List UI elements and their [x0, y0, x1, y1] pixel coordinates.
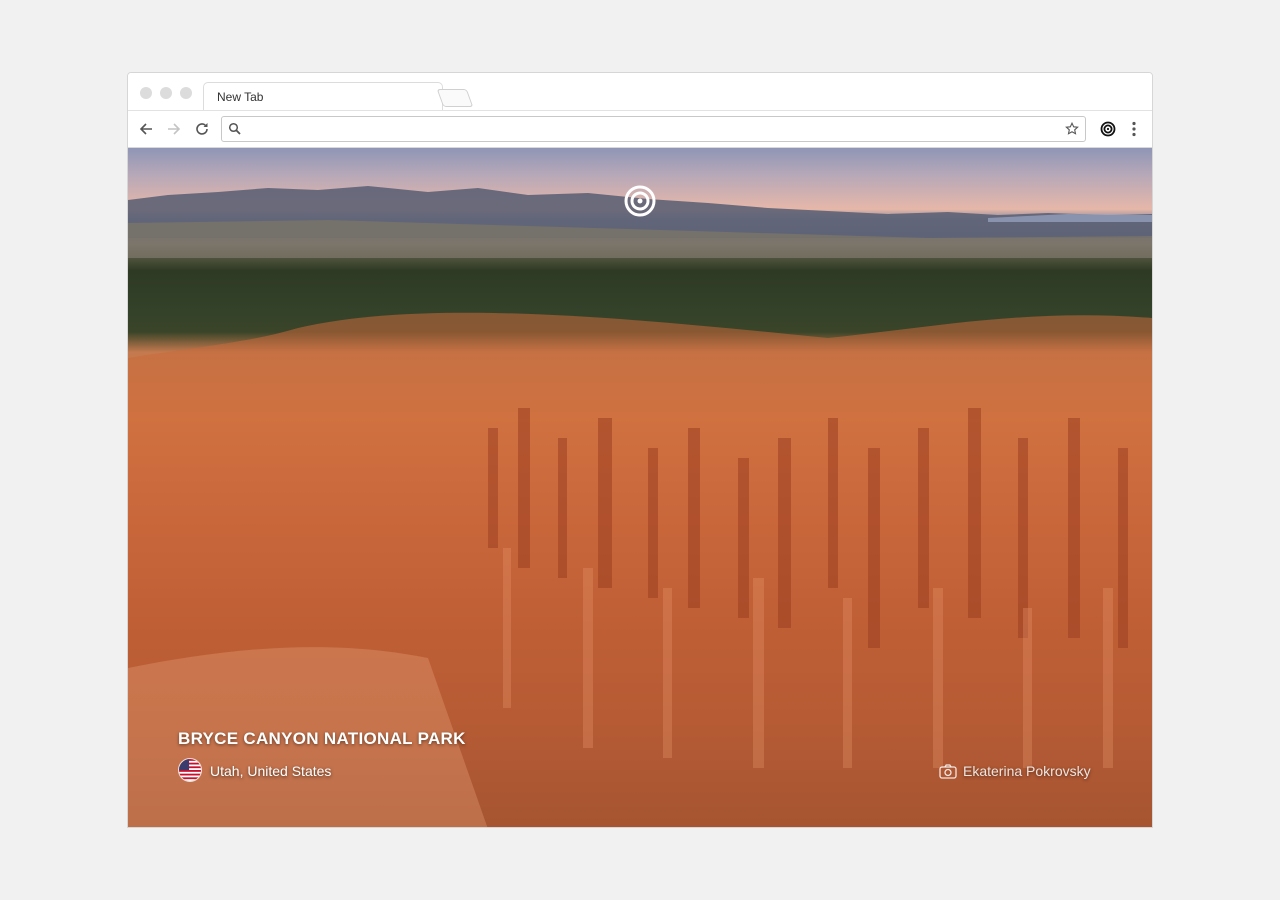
- window-minimize-dot[interactable]: [160, 87, 172, 99]
- new-tab-button[interactable]: [436, 89, 474, 107]
- star-icon[interactable]: [1065, 122, 1079, 136]
- new-tab-background: BRYCE CANYON NATIONAL PARK Utah, United …: [128, 148, 1152, 827]
- window-close-dot[interactable]: [140, 87, 152, 99]
- location-title[interactable]: BRYCE CANYON NATIONAL PARK: [178, 729, 466, 749]
- us-flag-icon: [178, 758, 202, 782]
- camera-icon: [939, 764, 957, 779]
- forward-icon[interactable]: [164, 119, 184, 139]
- reload-icon[interactable]: [192, 119, 212, 139]
- window-zoom-dot[interactable]: [180, 87, 192, 99]
- search-icon: [228, 122, 241, 135]
- browser-window: New Tab BRYCE CANYON NATIONAL PARK Utah,…: [127, 72, 1153, 828]
- menu-icon[interactable]: [1124, 119, 1144, 139]
- tab-strip: New Tab: [128, 73, 1152, 110]
- browser-toolbar: [128, 110, 1152, 148]
- location-subtitle[interactable]: Utah, United States: [210, 763, 331, 779]
- back-icon[interactable]: [136, 119, 156, 139]
- tab-label: New Tab: [217, 90, 264, 104]
- address-input[interactable]: [246, 119, 1060, 141]
- photographer-credit[interactable]: Ekaterina Pokrovsky: [963, 763, 1091, 779]
- tab-new-tab[interactable]: New Tab: [203, 82, 443, 110]
- address-bar[interactable]: [221, 116, 1086, 142]
- target-logo-icon[interactable]: [622, 183, 658, 219]
- extension-target-icon[interactable]: [1098, 119, 1118, 139]
